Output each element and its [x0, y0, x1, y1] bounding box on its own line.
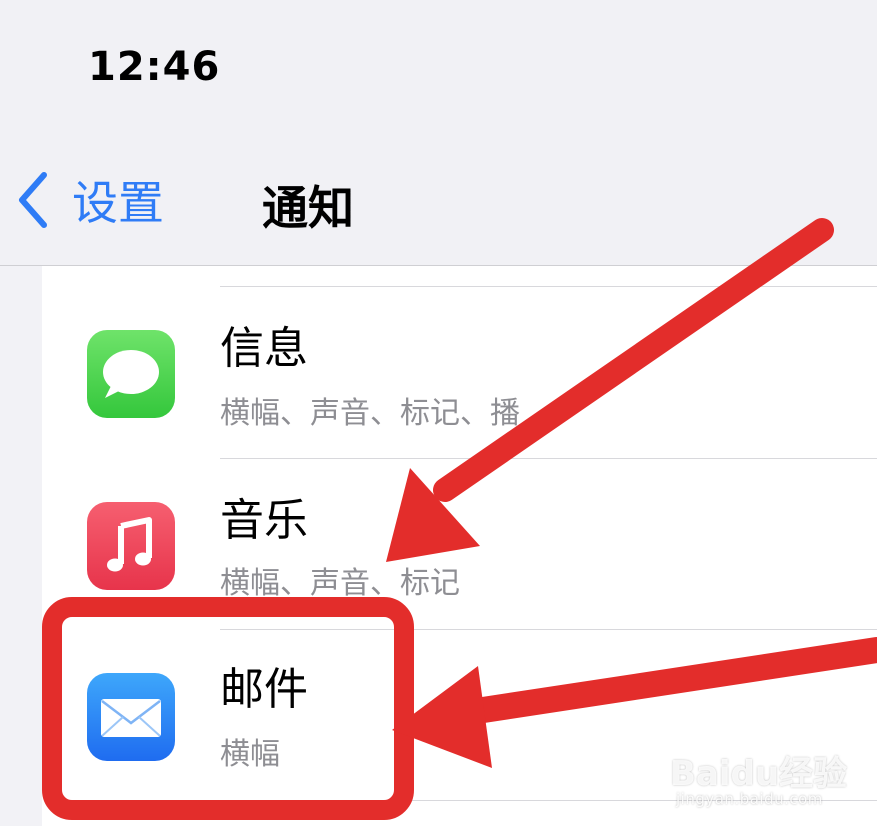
- app-name: 信息: [220, 323, 308, 374]
- app-notification-summary: 横幅: [220, 737, 280, 772]
- page-title: 通知: [262, 181, 354, 235]
- list-item-music[interactable]: 音乐 横幅、声音、标记: [42, 460, 877, 630]
- app-notification-summary: 横幅、声音、标记: [220, 566, 460, 601]
- app-name: 邮件: [220, 664, 308, 715]
- app-notification-summary: 横幅、声音、标记、播: [220, 396, 520, 431]
- list-item-messages[interactable]: 信息 横幅、声音、标记、播: [42, 288, 877, 458]
- row-separator: [220, 458, 877, 459]
- row-separator: [220, 286, 877, 287]
- app-notification-list: 信息 横幅、声音、标记、播 音乐 横幅、声音、标记 邮件 横幅: [42, 266, 877, 826]
- mail-icon: [87, 673, 175, 761]
- watermark-logo: Baidu经验: [670, 754, 848, 794]
- status-time: 12:46: [88, 44, 221, 90]
- app-name: 音乐: [220, 495, 308, 546]
- watermark-url: jingyan.baidu.com: [676, 790, 823, 808]
- messages-icon: [87, 330, 175, 418]
- row-separator: [220, 629, 877, 630]
- navigation-bar: 设置 通知: [0, 130, 877, 266]
- status-bar: 12:46: [0, 0, 877, 130]
- music-icon: [87, 502, 175, 590]
